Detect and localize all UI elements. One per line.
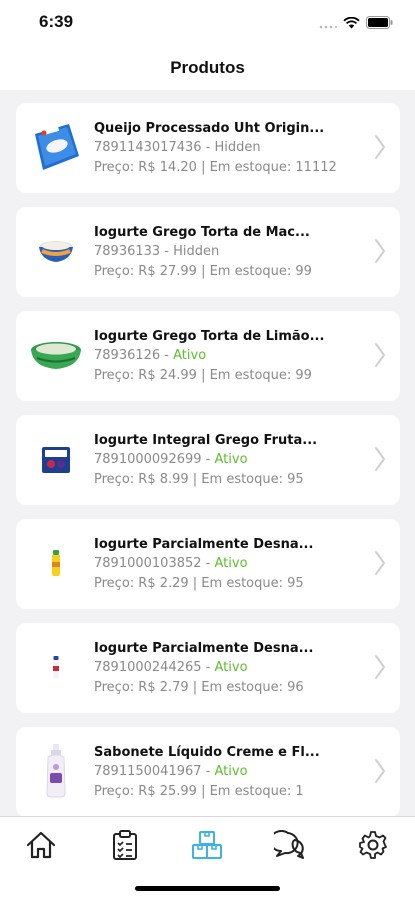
product-code-line: 78936133 - Hidden — [94, 242, 364, 262]
tab-home[interactable] — [23, 827, 59, 863]
separator: - — [160, 244, 174, 259]
product-card[interactable]: Iogurte Integral Grego Fruta... 78910000… — [16, 415, 400, 505]
status-badge: Ativo — [173, 348, 207, 363]
status-badge: Ativo — [214, 764, 248, 779]
chat-bubbles-icon — [274, 830, 304, 859]
gear-icon — [359, 831, 387, 859]
product-price-stock: Preço: R$ 2.29 | Em estoque: 95 — [94, 576, 304, 591]
status-badge: Hidden — [214, 140, 261, 155]
product-info: Sabonete Líquido Creme e Fl... 789115004… — [94, 744, 364, 802]
product-info: Iogurte Parcialmente Desna... 7891000244… — [94, 640, 364, 698]
chevron-right-icon — [374, 342, 386, 372]
product-image — [28, 743, 84, 799]
tab-chat[interactable] — [272, 827, 308, 863]
product-name: Iogurte Integral Grego Fruta... — [94, 433, 318, 448]
chevron-right-icon — [374, 550, 386, 580]
product-name: Iogurte Grego Torta de Mac... — [94, 225, 310, 240]
product-image — [28, 535, 84, 591]
product-name: Iogurte Parcialmente Desna... — [94, 641, 314, 656]
product-code-line: 7891150041967 - Ativo — [94, 762, 364, 782]
product-code: 78936133 — [94, 244, 161, 259]
product-image — [28, 119, 84, 175]
product-price-stock: Preço: R$ 2.79 | Em estoque: 96 — [94, 680, 304, 695]
chevron-right-icon — [374, 654, 386, 684]
nav-bar: Produtos — [0, 44, 415, 90]
status-badge: Ativo — [214, 660, 248, 675]
status-bar: 6:39 — [0, 0, 415, 44]
page-title: Produtos — [170, 58, 245, 77]
product-code: 78936126 — [94, 348, 161, 363]
yogurt-bottle-image — [53, 656, 59, 678]
product-code: 7891000092699 — [94, 452, 202, 467]
separator: - — [201, 452, 215, 467]
product-image — [28, 431, 84, 487]
status-badge: Hidden — [173, 244, 220, 259]
product-info: Iogurte Grego Torta de Mac... 78936133 -… — [94, 224, 364, 282]
product-info: Iogurte Parcialmente Desna... 7891000103… — [94, 536, 364, 594]
product-name: Queijo Processado Uht Origin... — [94, 121, 325, 136]
chevron-right-icon — [374, 134, 386, 164]
product-card[interactable]: Sabonete Líquido Creme e Fl... 789115004… — [16, 727, 400, 817]
separator: - — [160, 348, 174, 363]
home-indicator[interactable] — [135, 886, 280, 891]
product-image — [28, 639, 84, 695]
product-code-line: 7891000103852 - Ativo — [94, 554, 364, 574]
product-name: Iogurte Parcialmente Desna... — [94, 537, 314, 552]
product-name: Sabonete Líquido Creme e Fl... — [94, 745, 320, 760]
product-code-line: 7891143017436 - Hidden — [94, 138, 364, 158]
product-price-stock: Preço: R$ 25.99 | Em estoque: 1 — [94, 784, 304, 799]
tab-orders[interactable] — [107, 827, 143, 863]
product-code-line: 7891000092699 - Ativo — [94, 450, 364, 470]
separator: - — [201, 660, 215, 675]
product-card[interactable]: Iogurte Grego Torta de Mac... 78936133 -… — [16, 207, 400, 297]
product-price-stock: Preço: R$ 14.20 | Em estoque: 11112 — [94, 160, 337, 175]
chevron-right-icon — [374, 238, 386, 268]
soap-bottle-image — [46, 744, 66, 798]
chevron-right-icon — [374, 758, 386, 788]
status-badge: Ativo — [214, 452, 248, 467]
status-time: 6:39 — [39, 12, 74, 31]
product-price-stock: Preço: R$ 27.99 | Em estoque: 99 — [94, 264, 312, 279]
tab-bar — [0, 816, 415, 901]
status-icons — [319, 14, 393, 33]
product-card[interactable]: Iogurte Grego Torta de Limão... 78936126… — [16, 311, 400, 401]
product-code: 7891143017436 — [94, 140, 202, 155]
product-image — [28, 327, 84, 383]
yogurt-pack-image — [42, 447, 70, 473]
product-card[interactable]: Iogurte Parcialmente Desna... 7891000244… — [16, 623, 400, 713]
home-icon — [26, 831, 56, 859]
yogurt-bottle-image — [52, 550, 60, 576]
product-code: 7891000244265 — [94, 660, 202, 675]
product-info: Queijo Processado Uht Origin... 78911430… — [94, 120, 364, 178]
clipboard-list-icon — [113, 830, 137, 860]
tab-products[interactable] — [189, 827, 225, 863]
product-card[interactable]: Iogurte Parcialmente Desna... 7891000103… — [16, 519, 400, 609]
product-price-stock: Preço: R$ 8.99 | Em estoque: 95 — [94, 472, 304, 487]
chevron-right-icon — [374, 446, 386, 476]
product-info: Iogurte Integral Grego Fruta... 78910000… — [94, 432, 364, 490]
product-name: Iogurte Grego Torta de Limão... — [94, 329, 325, 344]
product-code-line: 78936126 - Ativo — [94, 346, 364, 366]
separator: - — [201, 140, 215, 155]
wifi-icon — [343, 14, 360, 33]
product-price-stock: Preço: R$ 24.99 | Em estoque: 99 — [94, 368, 312, 383]
product-code: 7891150041967 — [94, 764, 202, 779]
yogurt-tub-image — [31, 342, 81, 369]
product-code: 7891000103852 — [94, 556, 202, 571]
battery-icon — [366, 14, 393, 33]
separator: - — [201, 764, 215, 779]
product-code-line: 7891000244265 - Ativo — [94, 658, 364, 678]
boxes-icon — [192, 831, 222, 859]
separator: - — [201, 556, 215, 571]
tab-settings[interactable] — [355, 827, 391, 863]
product-card[interactable]: Queijo Processado Uht Origin... 78911430… — [16, 103, 400, 193]
cheese-box-image — [35, 124, 79, 170]
signal-icon — [319, 14, 337, 33]
yogurt-tub-image — [39, 241, 73, 262]
product-info: Iogurte Grego Torta de Limão... 78936126… — [94, 328, 364, 386]
product-image — [28, 223, 84, 279]
status-badge: Ativo — [214, 556, 248, 571]
